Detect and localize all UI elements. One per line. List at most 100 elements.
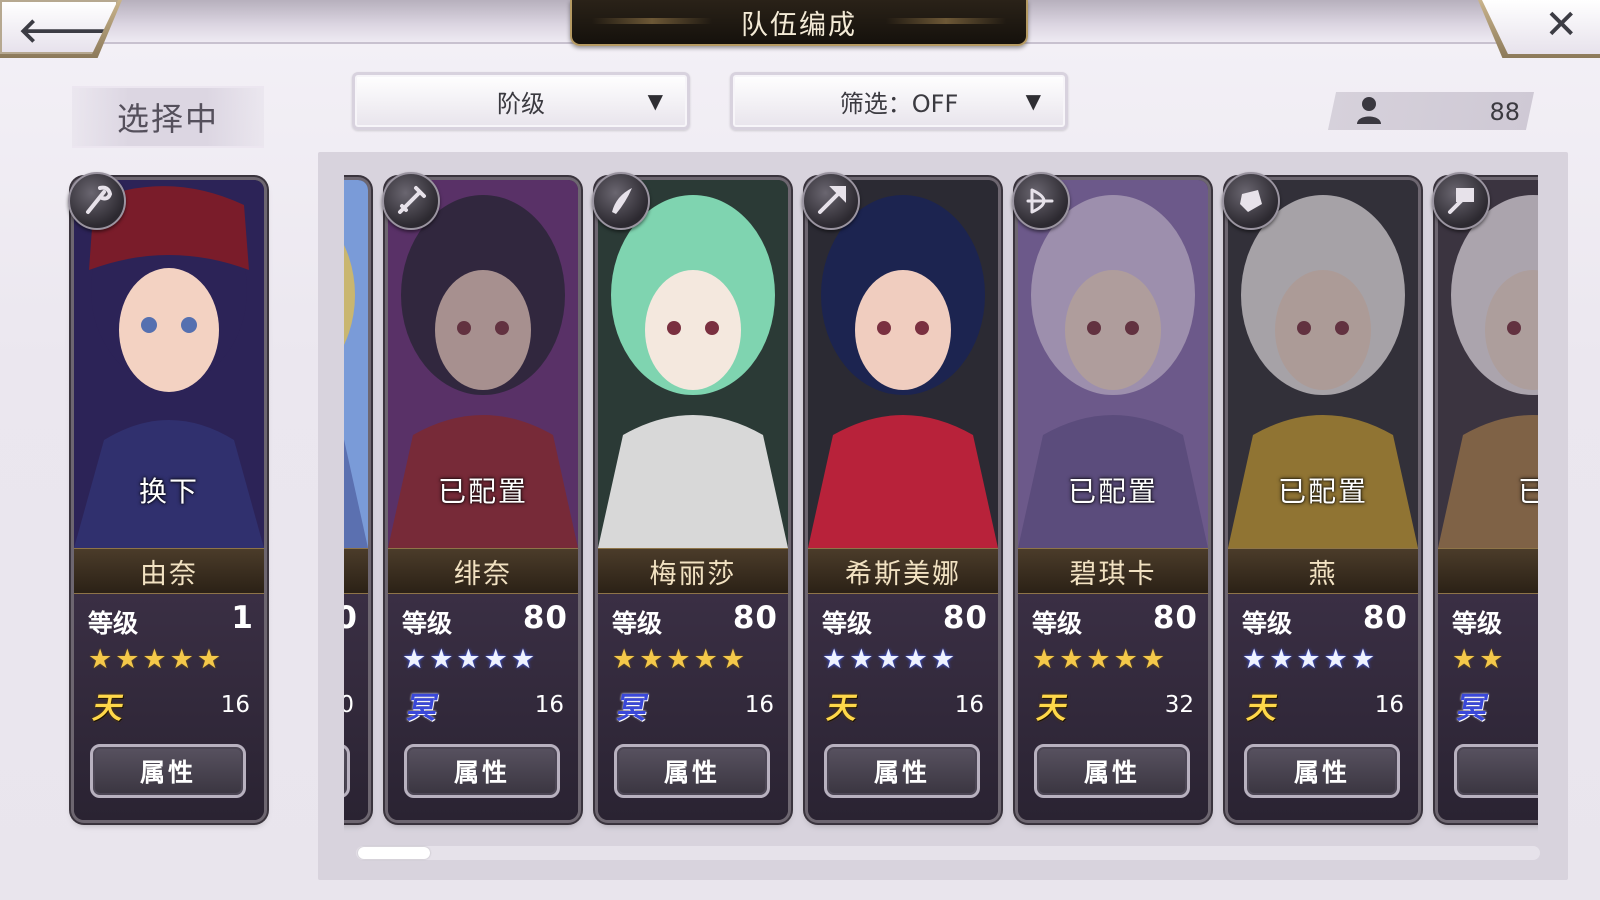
rank-badge: 天 <box>824 691 861 726</box>
card-status: 换下 <box>138 475 199 508</box>
attribute-button[interactable]: 属性 <box>404 744 560 798</box>
level-value: 80 <box>1362 600 1408 636</box>
character-name: 碧琪卡 <box>1018 548 1208 594</box>
character-name <box>344 548 368 594</box>
rarity-stars: ★★★★★ <box>1242 644 1379 675</box>
attribute-button[interactable] <box>344 744 350 798</box>
character-stats: 等级 80 ★★★★★ 天 16 属性 <box>808 594 998 820</box>
rarity-stars: ★★ <box>1452 644 1507 675</box>
card-status: 已配置 <box>1277 475 1368 508</box>
rank-badge: 冥 <box>1454 691 1491 726</box>
character-name <box>1438 548 1538 594</box>
cost-value: 16 <box>744 692 774 718</box>
filter-dropdown-label: 筛选：OFF <box>839 89 959 118</box>
filter-dropdown[interactable]: 筛选：OFF ▼ <box>730 72 1068 130</box>
character-stats: 等级 80 ★★★★★ 天 32 属性 <box>1018 594 1208 820</box>
scrollbar-thumb[interactable] <box>358 847 430 859</box>
level-label: 等级 <box>1032 609 1083 638</box>
character-card[interactable]: 0 ★ 0 <box>344 180 368 820</box>
card-status: 已 <box>1517 475 1538 508</box>
level-label: 等级 <box>1242 609 1293 638</box>
rank-badge: 天 <box>1244 691 1281 726</box>
character-name: 希斯美娜 <box>808 548 998 594</box>
level-label: 等级 <box>402 609 453 638</box>
attribute-button[interactable]: 属性 <box>1034 744 1190 798</box>
rarity-stars: ★★★★★ <box>88 644 225 675</box>
page-title: 队伍编成 <box>741 9 857 41</box>
cost-value: 16 <box>534 692 564 718</box>
sort-dropdown-label: 阶级 <box>497 89 545 118</box>
character-card[interactable]: 已配置 绯奈 等级 80 ★★★★★ 冥 16 属性 <box>388 180 578 820</box>
bow-icon <box>1012 172 1070 230</box>
sort-dropdown[interactable]: 阶级 ▼ <box>352 72 690 130</box>
character-name: 绯奈 <box>388 548 578 594</box>
attribute-button[interactable] <box>1454 744 1538 798</box>
level-value: 1 <box>231 600 254 636</box>
attribute-button[interactable]: 属性 <box>824 744 980 798</box>
gauntlet-icon <box>1222 172 1280 230</box>
rank-badge: 天 <box>90 691 127 726</box>
hammer-icon <box>1432 172 1490 230</box>
selecting-label: 选择中 <box>72 86 264 148</box>
cost-value: 16 <box>220 692 250 718</box>
rarity-stars: ★★★★★ <box>822 644 959 675</box>
cost-value: 32 <box>1164 692 1194 718</box>
title-plate: 队伍编成 <box>570 0 1028 46</box>
rarity-stars: ★★★★★ <box>1032 644 1169 675</box>
character-card[interactable]: 已配置 碧琪卡 等级 80 ★★★★★ 天 32 属性 <box>1018 180 1208 820</box>
selected-character-card[interactable]: 换下 由奈 等级 1 ★★★★★ 天 16 属性 <box>74 180 264 820</box>
character-portrait: 换下 <box>74 180 264 548</box>
back-arrow-icon: 🡐 <box>18 11 110 51</box>
level-value: 80 <box>522 600 568 636</box>
attribute-button[interactable]: 属性 <box>614 744 770 798</box>
spear-icon <box>802 172 860 230</box>
level-value: 80 <box>732 600 778 636</box>
character-list[interactable]: 0 ★ 0 已配置 绯奈 等级 80 ★★★★★ 冥 16 属性 <box>344 170 1538 850</box>
rank-badge: 冥 <box>614 691 651 726</box>
character-name: 燕 <box>1228 548 1418 594</box>
character-portrait <box>344 180 368 548</box>
rarity-stars: ★★★★★ <box>612 644 749 675</box>
character-card[interactable]: 已配置 燕 等级 80 ★★★★★ 天 16 属性 <box>1228 180 1418 820</box>
person-icon <box>1357 97 1381 124</box>
character-name: 梅丽莎 <box>598 548 788 594</box>
character-portrait: 已配置 <box>388 180 578 548</box>
character-stats: 等级 80 ★★★★★ 天 16 属性 <box>1228 594 1418 820</box>
rank-badge: 天 <box>1034 691 1071 726</box>
rank-badge: 冥 <box>404 691 441 726</box>
character-stats: 等级 1 ★★★★★ 天 16 属性 <box>74 594 264 820</box>
horizontal-scrollbar[interactable] <box>356 846 1540 860</box>
character-portrait: 已 <box>1438 180 1538 548</box>
chevron-down-icon: ▼ <box>647 89 663 113</box>
blade-icon <box>592 172 650 230</box>
close-icon: ✕ <box>1544 2 1578 48</box>
level-value: 0 <box>344 600 358 636</box>
character-card[interactable]: 已 等级 ★★ 冥 <box>1438 180 1538 820</box>
character-stats: 等级 ★★ 冥 <box>1438 594 1538 820</box>
attribute-button[interactable]: 属性 <box>90 744 246 798</box>
level-label: 等级 <box>1452 609 1503 638</box>
character-stats: 等级 80 ★★★★★ 冥 16 属性 <box>388 594 578 820</box>
cost-value: 0 <box>344 692 354 718</box>
level-value: 80 <box>942 600 988 636</box>
attribute-button[interactable]: 属性 <box>1244 744 1400 798</box>
staff-icon <box>68 172 126 230</box>
character-portrait <box>598 180 788 548</box>
sword-icon <box>382 172 440 230</box>
card-status: 已配置 <box>1067 475 1158 508</box>
card-status: 已配置 <box>437 475 528 508</box>
character-name: 由奈 <box>74 548 264 594</box>
character-card[interactable]: 梅丽莎 等级 80 ★★★★★ 冥 16 属性 <box>598 180 788 820</box>
level-label: 等级 <box>612 609 663 638</box>
cost-value: 16 <box>954 692 984 718</box>
character-card[interactable]: 希斯美娜 等级 80 ★★★★★ 天 16 属性 <box>808 180 998 820</box>
level-label: 等级 <box>88 609 139 638</box>
character-stats: 0 ★ 0 <box>344 594 368 820</box>
character-portrait <box>808 180 998 548</box>
unit-count-value: 88 <box>1489 98 1520 126</box>
character-portrait: 已配置 <box>1228 180 1418 548</box>
cost-value: 16 <box>1374 692 1404 718</box>
character-portrait: 已配置 <box>1018 180 1208 548</box>
chevron-down-icon: ▼ <box>1025 89 1041 113</box>
rarity-stars: ★★★★★ <box>402 644 539 675</box>
